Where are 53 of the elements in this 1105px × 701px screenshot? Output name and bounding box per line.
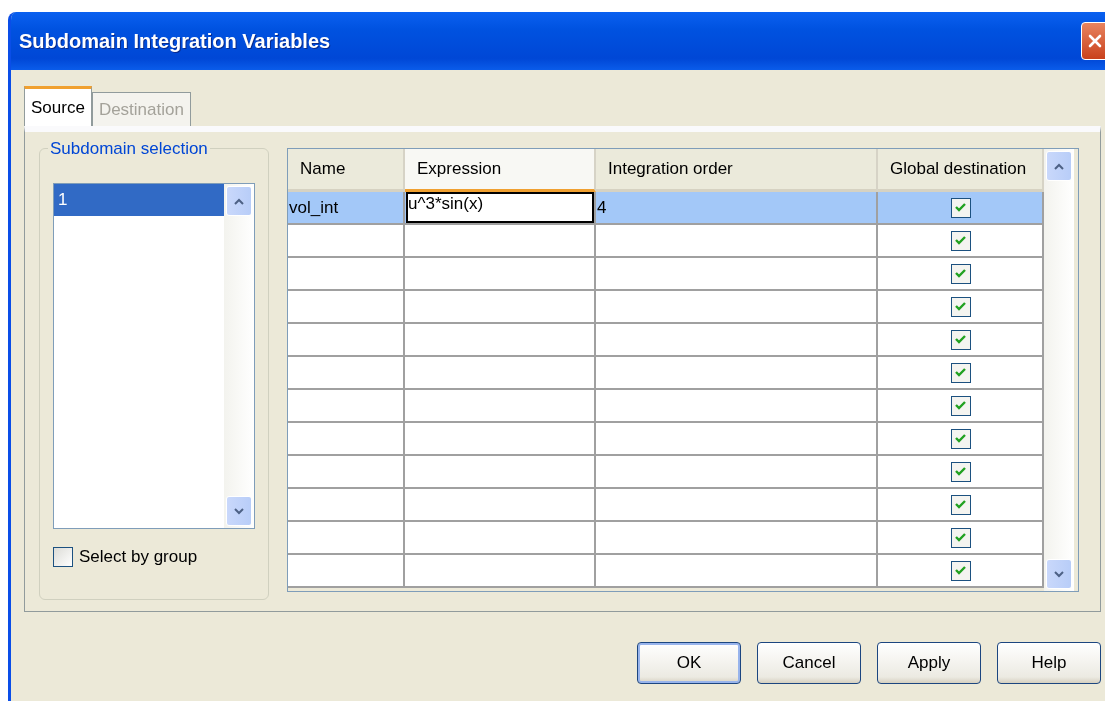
cell-edit-field[interactable]: u^3*sin(x) <box>406 192 594 223</box>
scrollbar[interactable] <box>1044 149 1074 591</box>
checkmark-icon <box>955 202 966 213</box>
checkbox[interactable] <box>950 494 971 515</box>
scroll-up-button[interactable] <box>1046 151 1072 181</box>
dialog-button[interactable]: Cancel <box>757 642 861 684</box>
checkmark-icon <box>955 301 966 312</box>
column-header[interactable]: Expression <box>405 149 596 192</box>
checkbox[interactable] <box>53 547 73 567</box>
checkbox[interactable] <box>950 362 971 383</box>
column-header[interactable]: Integration order <box>596 149 878 192</box>
checkmark-icon <box>955 334 966 345</box>
checkmark-icon <box>955 565 966 576</box>
checkbox[interactable] <box>950 461 971 482</box>
checkbox[interactable] <box>950 296 971 317</box>
checkbox[interactable] <box>950 329 971 350</box>
checkbox[interactable] <box>950 560 971 581</box>
dialog-button[interactable]: Help <box>997 642 1101 684</box>
checkbox[interactable] <box>950 263 971 284</box>
tab[interactable]: Source <box>24 86 92 126</box>
window-title: Subdomain Integration Variables <box>19 29 331 53</box>
checkbox[interactable] <box>950 230 971 251</box>
chevron-up-icon <box>234 197 244 205</box>
chevron-up-icon <box>1054 162 1064 170</box>
checkmark-icon <box>955 268 966 279</box>
column-header[interactable]: Name <box>288 149 405 192</box>
close-button[interactable] <box>1081 22 1105 60</box>
checkbox[interactable] <box>950 527 971 548</box>
checkbox[interactable] <box>950 197 971 218</box>
checkmark-icon <box>955 499 966 510</box>
checkmark-icon <box>955 433 966 444</box>
dialog-button[interactable]: Apply <box>877 642 981 684</box>
checkbox[interactable] <box>950 395 971 416</box>
checkbox[interactable] <box>950 428 971 449</box>
scroll-up-button[interactable] <box>226 186 252 216</box>
chevron-down-icon <box>234 507 244 515</box>
checkbox-label: Select by group <box>79 547 198 567</box>
dialog-button[interactable]: OK <box>637 642 741 684</box>
scroll-down-button[interactable] <box>1046 559 1072 589</box>
checkmark-icon <box>955 400 966 411</box>
scrollbar[interactable] <box>224 184 254 528</box>
table-cell: vol_int <box>289 197 339 218</box>
table-row[interactable]: vol_int u^3*sin(x) 4 <box>288 192 1044 225</box>
checkmark-icon <box>955 532 966 543</box>
column-header[interactable]: Global destination <box>878 149 1044 192</box>
close-icon <box>1087 33 1103 49</box>
checkmark-icon <box>955 466 966 477</box>
checkmark-icon <box>955 235 966 246</box>
checkmark-icon <box>955 367 966 378</box>
chevron-down-icon <box>1054 570 1064 578</box>
table-cell: 4 <box>597 197 607 218</box>
list-item[interactable]: 1 <box>54 184 224 216</box>
scroll-down-button[interactable] <box>226 496 252 526</box>
